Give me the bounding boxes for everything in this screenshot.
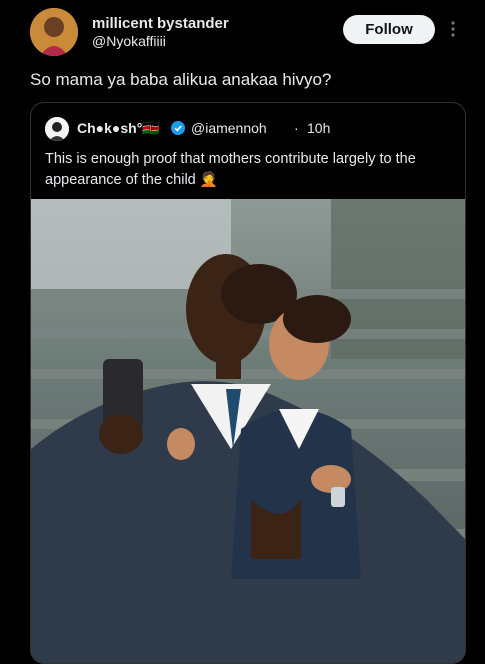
quoted-author-name[interactable]: Ch●k●sh°🇰🇪	[77, 120, 160, 137]
follow-button[interactable]: Follow	[343, 15, 435, 44]
more-options-icon[interactable]	[449, 20, 457, 38]
tweet-text: So mama ya baba alikua anakaa hivyo?	[30, 70, 332, 89]
author-avatar[interactable]	[30, 8, 78, 56]
quoted-author-avatar[interactable]	[45, 117, 69, 141]
quoted-author-handle[interactable]: @iamennoh	[191, 120, 267, 136]
quoted-timestamp[interactable]: 10h	[307, 120, 330, 136]
time-separator: ·	[294, 120, 299, 136]
author-display-name[interactable]: millicent bystander	[92, 15, 229, 32]
tweet-header: millicent bystander @Nyokaffiiii Follow	[0, 0, 485, 64]
author-handle[interactable]: @Nyokaffiiii	[92, 33, 166, 49]
quoted-photo[interactable]	[31, 199, 465, 663]
quoted-tweet[interactable]: Ch●k●sh°🇰🇪 @iamennoh · 10h This is enoug…	[30, 102, 466, 664]
quoted-tweet-text: This is enough proof that mothers contri…	[45, 151, 416, 188]
verified-badge-icon	[171, 121, 185, 135]
